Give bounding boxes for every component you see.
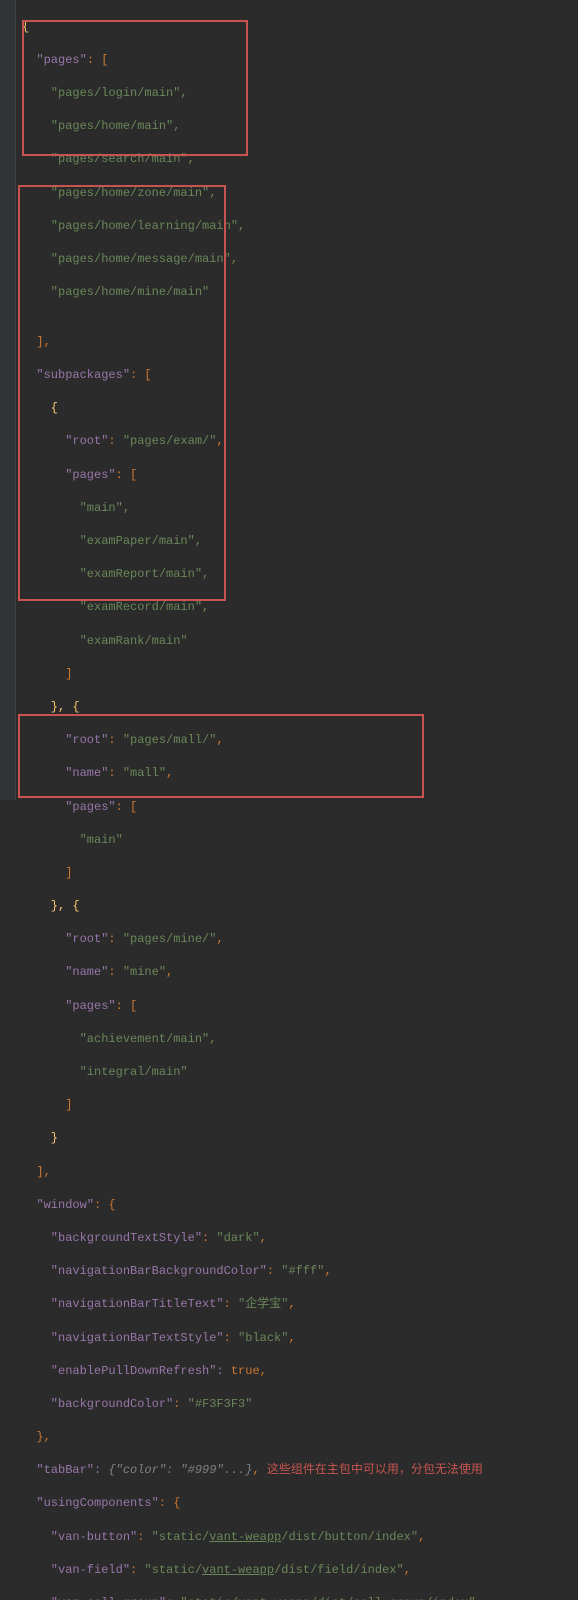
code-line: "pages": [ — [22, 467, 578, 484]
code-line: "pages/home/mine/main" — [22, 284, 578, 301]
brace: { — [22, 20, 29, 34]
code-line: "tabBar": {"color": "#999"...}, 这些组件在主包中… — [22, 1462, 578, 1479]
code-line: ] — [22, 1097, 578, 1114]
code-line: "backgroundTextStyle": "dark", — [22, 1230, 578, 1247]
code-line: "navigationBarTitleText": "企学宝", — [22, 1296, 578, 1313]
line-gutter — [0, 0, 16, 800]
code-line: "examRecord/main", — [22, 599, 578, 616]
code-line: "van-button": "static/vant-weapp/dist/bu… — [22, 1529, 578, 1546]
code-editor: { "pages": [ "pages/login/main", "pages/… — [18, 0, 578, 1600]
code-line: "pages/login/main", — [22, 85, 578, 102]
code-line: "backgroundColor": "#F3F3F3" — [22, 1396, 578, 1413]
folded-region[interactable]: {"color": "#999"...} — [108, 1463, 252, 1477]
code-line: "main", — [22, 500, 578, 517]
code-line: ] — [22, 865, 578, 882]
code-line: "navigationBarBackgroundColor": "#fff", — [22, 1263, 578, 1280]
code-line: ], — [22, 334, 578, 351]
code-line: ] — [22, 666, 578, 683]
code-line: } — [22, 1130, 578, 1147]
code-line: "name": "mine", — [22, 964, 578, 981]
code-line: "name": "mall", — [22, 765, 578, 782]
code-line: }, { — [22, 699, 578, 716]
code-line: "examRank/main" — [22, 633, 578, 650]
code-line: "enablePullDownRefresh": true, — [22, 1363, 578, 1380]
code-line: "pages/home/learning/main", — [22, 218, 578, 235]
code-line: "pages/home/message/main", — [22, 251, 578, 268]
code-line: ], — [22, 1164, 578, 1181]
code-line: "pages": [ — [22, 799, 578, 816]
code-line: "root": "pages/mall/", — [22, 732, 578, 749]
code-line: }, { — [22, 898, 578, 915]
code-line: "pages/home/main", — [22, 118, 578, 135]
code-line: "examReport/main", — [22, 566, 578, 583]
code-line: "pages": [ — [22, 998, 578, 1015]
code-line: "van-field": "static/vant-weapp/dist/fie… — [22, 1562, 578, 1579]
code-line: "integral/main" — [22, 1064, 578, 1081]
code-line: "navigationBarTextStyle": "black", — [22, 1330, 578, 1347]
code-line: "subpackages": [ — [22, 367, 578, 384]
code-line: "pages": [ — [22, 52, 578, 69]
code-line: "achievement/main", — [22, 1031, 578, 1048]
code-line: { — [22, 400, 578, 417]
code-line: "root": "pages/mine/", — [22, 931, 578, 948]
code-line: "van-cell-group": "static/vant-weapp/dis… — [22, 1595, 578, 1600]
code-line: "main" — [22, 832, 578, 849]
code-line: "usingComponents": { — [22, 1495, 578, 1512]
code-line: "window": { — [22, 1197, 578, 1214]
code-line: "pages/home/zone/main", — [22, 185, 578, 202]
code-line: "examPaper/main", — [22, 533, 578, 550]
code-line: "root": "pages/exam/", — [22, 433, 578, 450]
code-line: "pages/search/main", — [22, 151, 578, 168]
code-line: }, — [22, 1429, 578, 1446]
annotation-note: 这些组件在主包中可以用，分包无法使用 — [267, 1463, 483, 1477]
